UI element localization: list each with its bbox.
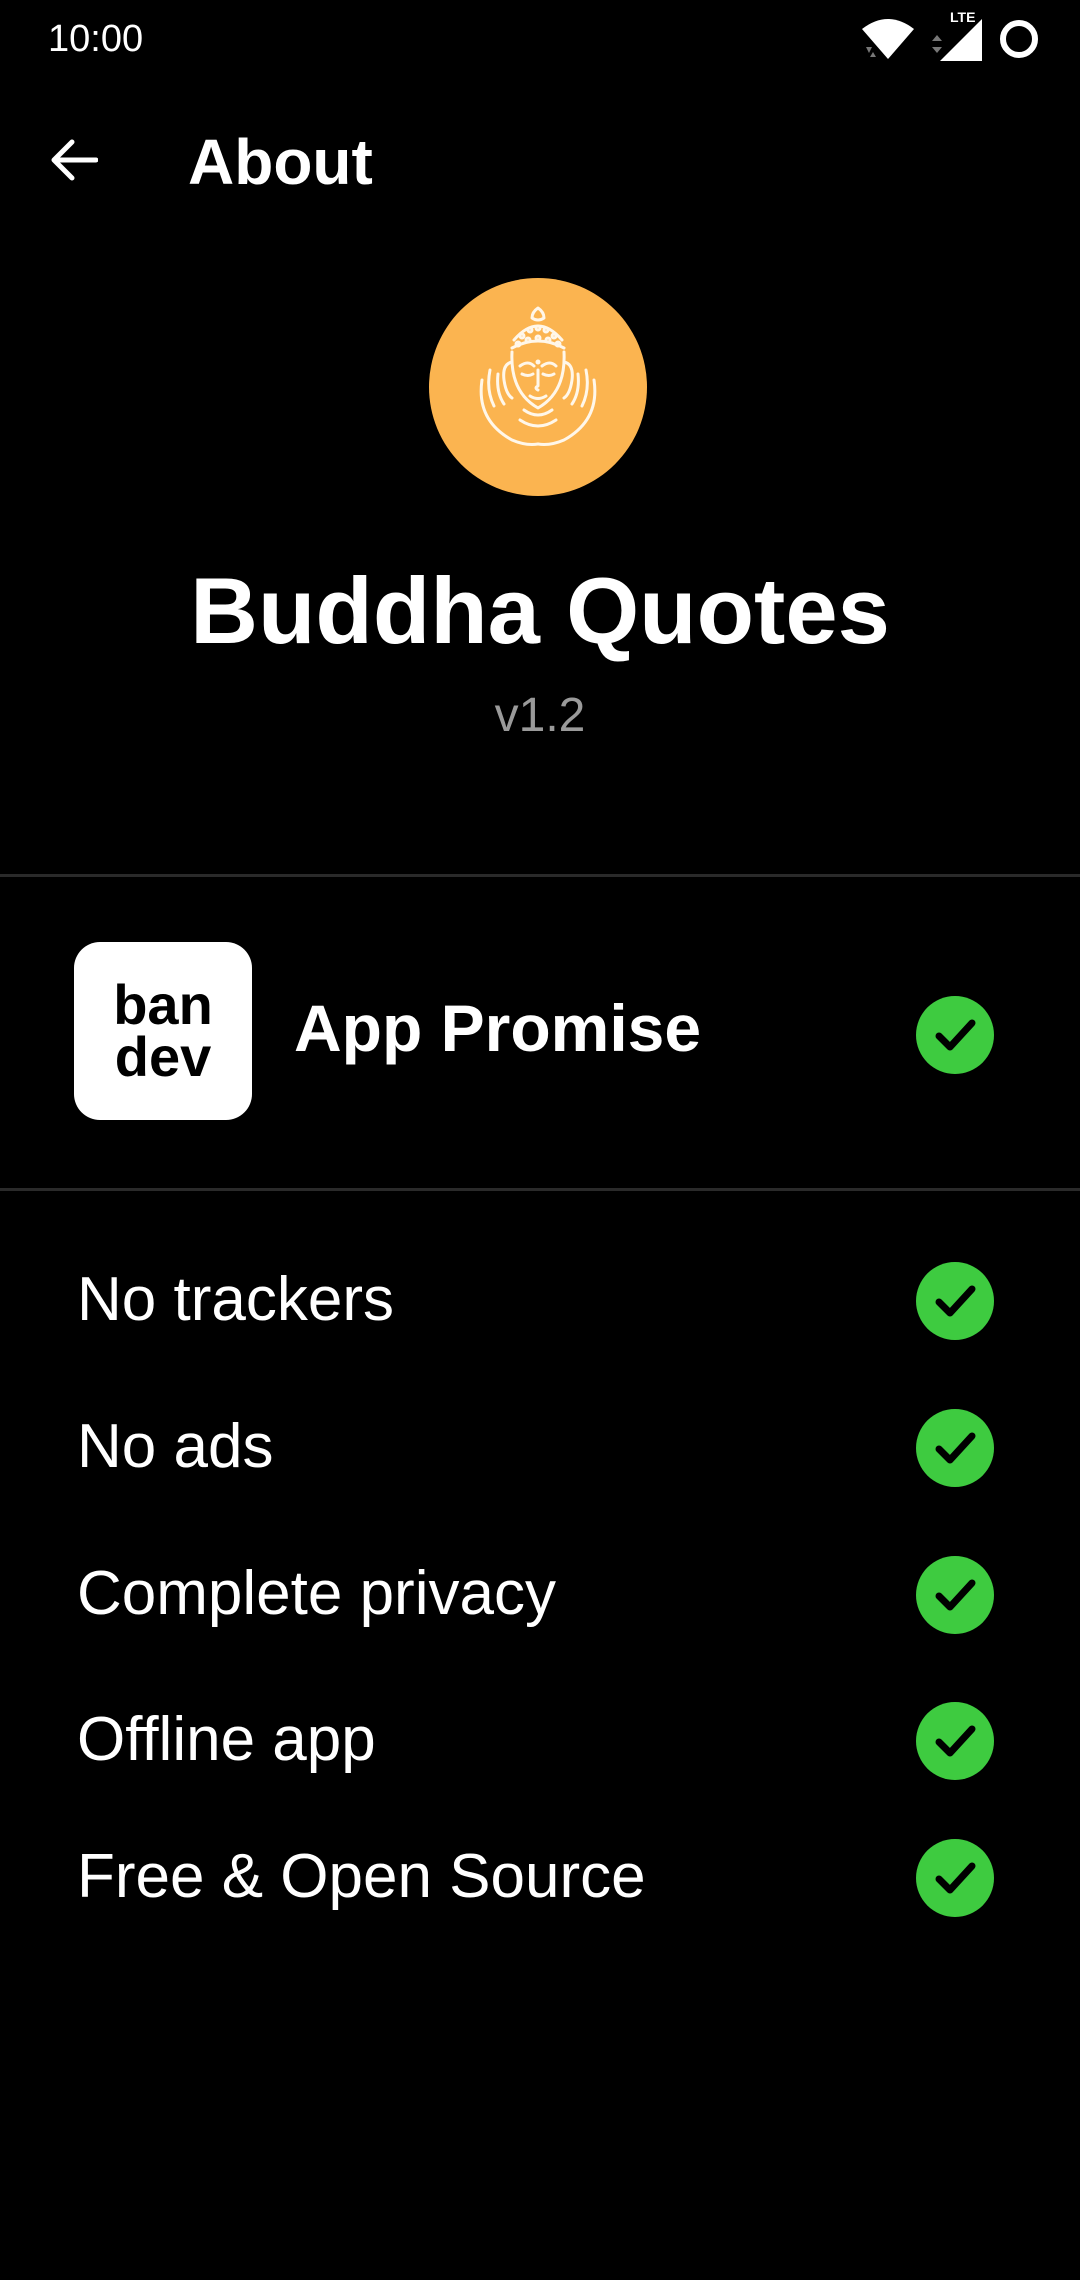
status-time: 10:00 — [48, 18, 144, 60]
status-bar: 10:00 LTE — [0, 0, 1080, 80]
network-type-label: LTE — [950, 9, 976, 25]
wifi-icon — [860, 17, 916, 61]
cell-signal-icon: LTE — [930, 9, 984, 63]
feature-item-offline-app: Offline app — [0, 1680, 1080, 1800]
bandev-logo-line2: dev — [114, 1025, 212, 1088]
check-circle-icon — [916, 1556, 994, 1634]
feature-label: Offline app — [77, 1705, 376, 1774]
app-bar: About — [0, 90, 1080, 220]
bandev-logo-line1: ban — [113, 973, 213, 1036]
arrow-back-icon — [50, 138, 99, 187]
feature-item-no-ads: No ads — [0, 1387, 1080, 1507]
app-version: v1.2 — [494, 689, 586, 742]
check-circle-icon — [916, 996, 994, 1074]
feature-label: No trackers — [77, 1265, 394, 1334]
status-icons: LTE — [860, 9, 1040, 64]
app-logo — [429, 278, 647, 496]
feature-item-complete-privacy: Complete privacy — [0, 1534, 1080, 1654]
check-circle-icon — [916, 1409, 994, 1487]
promise-title: App Promise — [294, 991, 702, 1065]
page-title: About — [188, 126, 373, 198]
back-button[interactable] — [32, 120, 116, 204]
app-name: Buddha Quotes — [190, 558, 890, 663]
battery-icon — [998, 18, 1040, 60]
app-promise-row[interactable]: ban dev App Promise — [0, 880, 1080, 1190]
check-circle-icon — [916, 1839, 994, 1917]
check-circle-icon — [916, 1702, 994, 1780]
bandev-logo: ban dev — [74, 942, 252, 1120]
feature-item-no-trackers: No trackers — [0, 1240, 1080, 1360]
feature-item-free-open-source: Free & Open Source — [0, 1817, 1080, 1937]
buddha-face-icon — [458, 300, 618, 475]
divider — [0, 874, 1080, 877]
check-circle-icon — [916, 1262, 994, 1340]
feature-label: Free & Open Source — [77, 1842, 646, 1911]
feature-label: No ads — [77, 1412, 274, 1481]
feature-label: Complete privacy — [77, 1559, 556, 1628]
divider — [0, 1188, 1080, 1191]
